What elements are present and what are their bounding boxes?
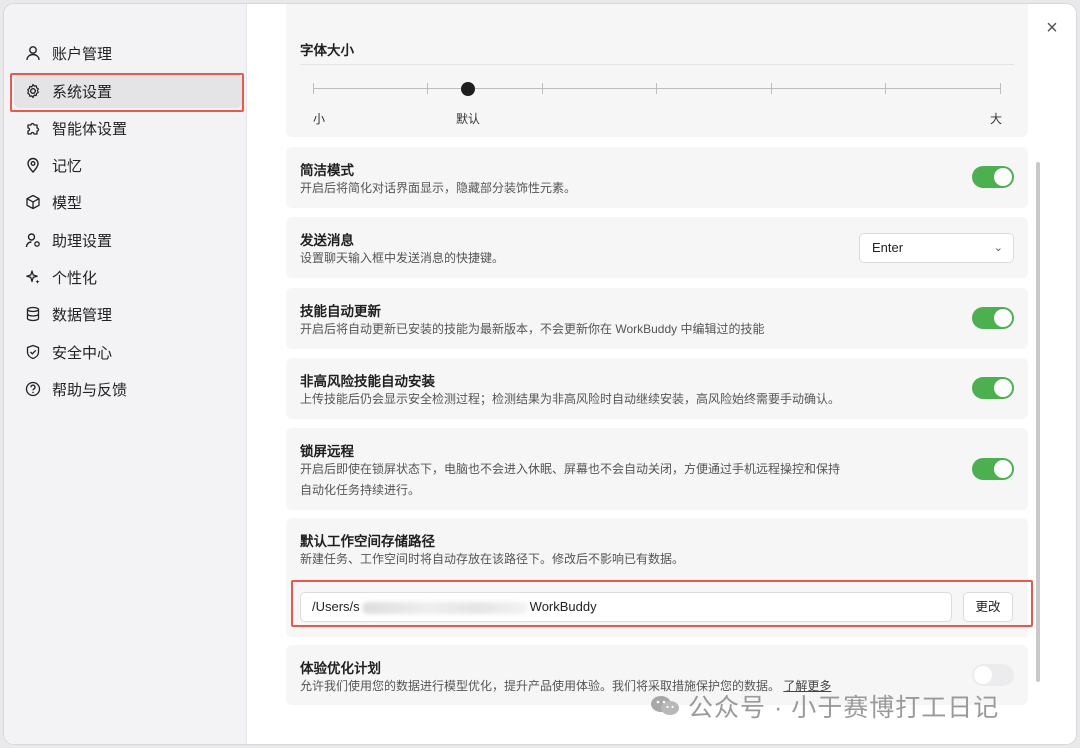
sidebar-item-label: 系统设置: [52, 83, 113, 101]
font-size-title: 字体大小: [300, 43, 354, 58]
sidebar-item-help-feedback[interactable]: 帮助与反馈: [14, 372, 242, 406]
send-message-desc: 设置聊天输入框中发送消息的快捷键。: [300, 251, 505, 265]
sidebar-item-account[interactable]: 账户管理: [14, 36, 242, 70]
workspace-path-input[interactable]: /Users/s WorkBuddy: [300, 592, 952, 622]
sidebar-item-label: 助理设置: [52, 232, 113, 250]
font-size-card: 字体大小 小 默认 大: [286, 4, 1028, 137]
chevron-down-icon: ⌄: [993, 242, 1003, 254]
compact-mode-desc: 开启后将简化对话界面显示，隐藏部分装饰性元素。: [300, 181, 577, 195]
compact-mode-title: 简洁模式: [300, 163, 354, 178]
watermark: 公众号 · 小于赛博打工日记: [650, 688, 999, 724]
sidebar-item-label: 数据管理: [52, 306, 113, 324]
lock-screen-remote-toggle[interactable]: [972, 458, 1014, 480]
sidebar-item-agent-settings[interactable]: 智能体设置: [14, 111, 242, 145]
low-risk-install-desc: 上传技能后仍会显示安全检测过程；检测结果为非高风险时自动继续安装，高风险始终需要…: [300, 392, 841, 406]
lock-screen-remote-desc-line1: 开启后即使在锁屏状态下，电脑也不会进入休眠、屏幕也不会自动关闭，方便通过手机远程…: [300, 462, 841, 476]
lock-screen-remote-title: 锁屏远程: [300, 444, 354, 459]
skill-update-card: 技能自动更新 开启后将自动更新已安装的技能为最新版本，不会更新你在 WorkBu…: [286, 288, 1028, 349]
sidebar-item-personalization[interactable]: 个性化: [14, 260, 242, 294]
slider-tick: [656, 83, 657, 94]
sparkle-icon: [24, 269, 41, 286]
user-gear-icon: [24, 232, 41, 249]
slider-tick: [771, 83, 772, 94]
sidebar-item-label: 账户管理: [52, 45, 113, 63]
sidebar-item-label: 个性化: [52, 269, 98, 287]
workspace-path-card: 默认工作空间存储路径 新建任务、工作空间时将自动存放在该路径下。修改后不影响已有…: [286, 518, 1028, 637]
slider-default-label: 默认: [456, 112, 481, 126]
cube-icon: [24, 194, 41, 211]
experience-plan-toggle[interactable]: [972, 664, 1014, 686]
sidebar-item-label: 安全中心: [52, 344, 113, 362]
database-icon: [24, 306, 41, 323]
lock-screen-remote-desc-line2: 自动化任务持续进行。: [300, 483, 421, 497]
low-risk-install-toggle[interactable]: [972, 377, 1014, 399]
workspace-path-desc: 新建任务、工作空间时将自动存放在该路径下。修改后不影响已有数据。: [300, 552, 685, 566]
slider-tick: [313, 83, 314, 94]
settings-content: 字体大小 小 默认 大 简洁模式 开启后将简化对话界面显示，隐藏部分装饰性元素。…: [247, 4, 1076, 744]
send-shortcut-select[interactable]: Enter ⌄: [859, 233, 1014, 263]
divider: [300, 64, 1014, 65]
sidebar-item-label: 模型: [52, 194, 83, 212]
gear-icon: [24, 83, 41, 100]
low-risk-install-title: 非高风险技能自动安装: [300, 374, 435, 389]
sidebar: 账户管理 系统设置 智能体设置 记忆 模型 助理设置 个性化 数据管理 安全中心…: [4, 4, 247, 744]
skill-update-toggle[interactable]: [972, 307, 1014, 329]
scrollbar[interactable]: [1036, 162, 1040, 682]
slider-min-label: 小: [313, 112, 326, 126]
sidebar-item-label: 帮助与反馈: [52, 381, 128, 399]
slider-tick: [885, 83, 886, 94]
send-message-title: 发送消息: [300, 233, 354, 248]
slider-tick: [427, 83, 428, 94]
settings-window: 账户管理 系统设置 智能体设置 记忆 模型 助理设置 个性化 数据管理 安全中心…: [4, 4, 1076, 744]
sidebar-item-label: 智能体设置: [52, 120, 128, 138]
font-size-slider-knob[interactable]: [461, 82, 475, 96]
watermark-text: 公众号 · 小于赛博打工日记: [688, 694, 1000, 722]
shield-icon: [24, 344, 41, 361]
sidebar-item-model[interactable]: 模型: [14, 185, 242, 219]
path-suffix: WorkBuddy: [529, 599, 597, 614]
sidebar-item-assistant-settings[interactable]: 助理设置: [14, 223, 242, 257]
sidebar-item-security-center[interactable]: 安全中心: [14, 335, 242, 369]
lock-screen-remote-card: 锁屏远程 开启后即使在锁屏状态下，电脑也不会进入休眠、屏幕也不会自动关闭，方便通…: [286, 428, 1028, 510]
sidebar-item-system-settings[interactable]: 系统设置: [14, 74, 242, 108]
compact-mode-toggle[interactable]: [972, 166, 1014, 188]
path-prefix: /Users/s: [312, 599, 360, 614]
change-path-button[interactable]: 更改: [963, 592, 1013, 622]
compact-mode-card: 简洁模式 开启后将简化对话界面显示，隐藏部分装饰性元素。: [286, 147, 1028, 208]
sidebar-item-label: 记忆: [52, 157, 83, 175]
sidebar-item-data-management[interactable]: 数据管理: [14, 297, 242, 331]
low-risk-install-card: 非高风险技能自动安装 上传技能后仍会显示安全检测过程；检测结果为非高风险时自动继…: [286, 358, 1028, 419]
experience-plan-title: 体验优化计划: [300, 661, 381, 676]
redacted-path-segment: [361, 601, 528, 614]
puzzle-icon: [24, 120, 41, 137]
user-icon: [24, 45, 41, 62]
wechat-logo-icon: [650, 694, 680, 718]
skill-update-title: 技能自动更新: [300, 304, 381, 319]
skill-update-desc: 开启后将自动更新已安装的技能为最新版本，不会更新你在 WorkBuddy 中编辑…: [300, 322, 765, 336]
help-icon: [24, 381, 41, 398]
close-icon[interactable]: ×: [1042, 18, 1062, 38]
slider-max-label: 大: [990, 112, 1003, 126]
slider-tick: [1000, 83, 1001, 94]
workspace-path-title: 默认工作空间存储路径: [300, 534, 435, 549]
pin-icon: [24, 157, 41, 174]
send-message-card: 发送消息 设置聊天输入框中发送消息的快捷键。 Enter ⌄: [286, 217, 1028, 278]
sidebar-item-memory[interactable]: 记忆: [14, 148, 242, 182]
send-shortcut-value: Enter: [872, 240, 904, 255]
slider-tick: [542, 83, 543, 94]
